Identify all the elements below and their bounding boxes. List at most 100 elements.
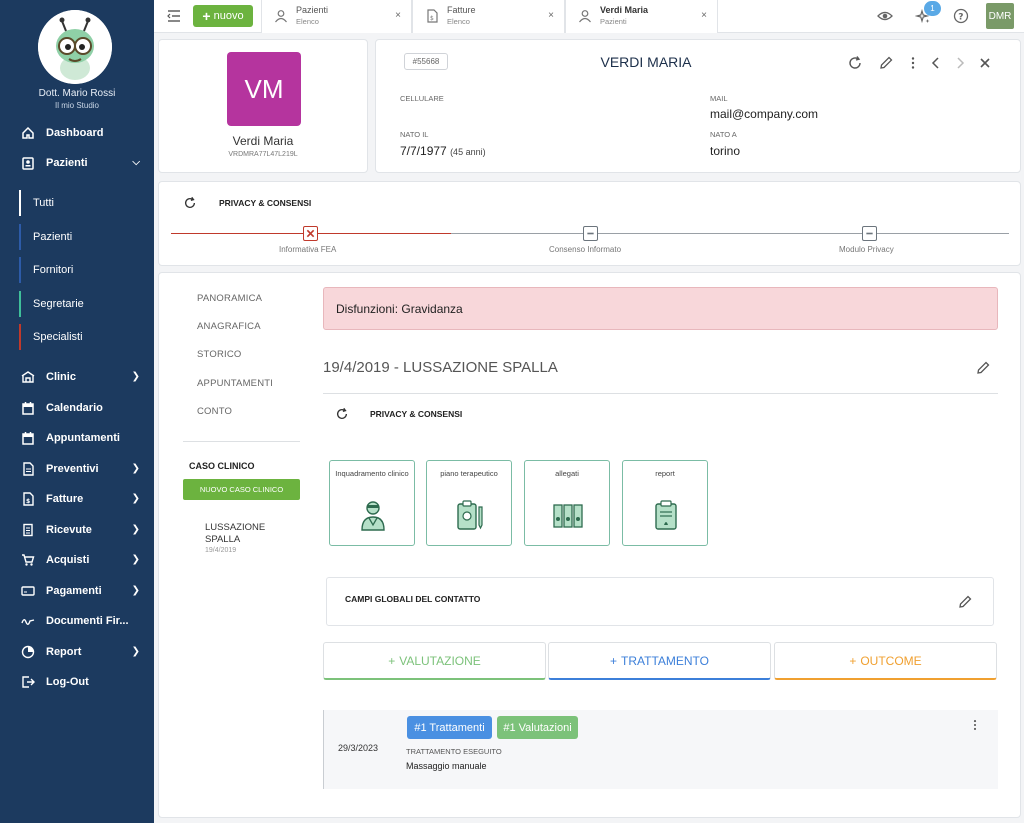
close-icon[interactable]	[977, 55, 993, 71]
edit-icon[interactable]	[878, 55, 894, 71]
sidebar-sub-pazienti[interactable]: Pazienti	[19, 224, 154, 250]
refresh-icon[interactable]	[335, 407, 349, 421]
nav-logout[interactable]: Log-Out	[0, 668, 154, 696]
sidebar-sub-tutti[interactable]: Tutti	[19, 190, 154, 216]
nav-documenti-firmati[interactable]: Documenti Fir...	[0, 607, 154, 635]
close-icon[interactable]: ×	[548, 10, 554, 21]
tab-verdi-maria[interactable]: Verdi Maria Pazienti ×	[565, 0, 718, 33]
more-vertical-icon[interactable]	[968, 718, 982, 732]
menu-storico[interactable]: STORICO	[197, 349, 242, 360]
sidebar-sub-specialisti[interactable]: Specialisti	[19, 324, 154, 350]
menu-appuntamenti[interactable]: APPUNTAMENTI	[197, 378, 273, 389]
user-avatar[interactable]: DMR	[986, 3, 1014, 29]
chevron-right-icon: ❯	[131, 585, 140, 596]
tile-inquadramento[interactable]: Inquadramento clinico	[329, 460, 415, 546]
chevron-left-icon[interactable]	[928, 55, 944, 71]
step-pending-icon[interactable]	[862, 226, 877, 241]
case-list-item[interactable]: LUSSAZIONE SPALLA	[205, 522, 285, 546]
mail-value[interactable]: mail@company.com	[710, 107, 818, 121]
user-icon	[274, 9, 288, 23]
nav-report[interactable]: Report ❯	[0, 638, 154, 666]
tab-fatture[interactable]: $ Fatture Elenco ×	[412, 0, 565, 33]
studio-logo[interactable]	[38, 10, 112, 84]
chevron-right-icon: ❯	[131, 524, 140, 535]
outcome-button[interactable]: + OUTCOME	[774, 642, 997, 680]
nav-pazienti[interactable]: Pazienti ⌵	[0, 149, 154, 177]
new-button[interactable]: + nuovo	[193, 5, 253, 27]
chevron-right-icon[interactable]	[952, 55, 968, 71]
tile-piano-terapeutico[interactable]: piano terapeutico	[426, 460, 512, 546]
refresh-icon[interactable]	[847, 55, 863, 71]
plus-icon: +	[202, 8, 211, 24]
refresh-icon[interactable]	[183, 196, 197, 210]
button-label: OUTCOME	[860, 653, 922, 668]
case-title: 19/4/2019 - LUSSAZIONE SPALLA	[323, 359, 558, 376]
plus-icon: +	[849, 653, 857, 668]
tile-label: piano terapeutico	[440, 469, 498, 478]
patient-avatar[interactable]: VM	[227, 52, 301, 126]
user-name: Dott. Mario Rossi	[38, 88, 116, 99]
nav-acquisti[interactable]: Acquisti ❯	[0, 546, 154, 574]
timeline-entry[interactable]: 29/3/2023 #1 Trattamenti #1 Valutazioni …	[323, 710, 998, 789]
menu-panoramica[interactable]: PANORAMICA	[197, 293, 262, 304]
report-clipboard-icon	[651, 499, 681, 531]
edit-icon[interactable]	[957, 594, 973, 610]
step-rejected-icon[interactable]	[303, 226, 318, 241]
nav-pagamenti[interactable]: Pagamenti ❯	[0, 577, 154, 605]
menu-collapse-icon[interactable]	[166, 8, 182, 24]
valutazione-button[interactable]: + VALUTAZIONE	[323, 642, 546, 680]
tab-subtitle: Elenco	[447, 17, 470, 26]
eye-icon[interactable]	[877, 8, 893, 24]
nav-appuntamenti[interactable]: Appuntamenti	[0, 424, 154, 452]
alert-banner: Disfunzioni: Gravidanza	[323, 287, 998, 330]
nav-fatture[interactable]: $ Fatture ❯	[0, 485, 154, 513]
nav-clinic[interactable]: Clinic ❯	[0, 363, 154, 391]
trattamento-button[interactable]: + TRATTAMENTO	[548, 642, 771, 680]
tile-allegati[interactable]: allegati	[524, 460, 610, 546]
global-fields-label: CAMPI GLOBALI DEL CONTATTO	[345, 594, 481, 604]
close-icon[interactable]: ×	[395, 10, 401, 21]
nav-label: Ricevute	[46, 524, 92, 536]
nav-label: Log-Out	[46, 676, 89, 688]
nato-il-value: 7/7/1977 (45 anni)	[400, 144, 486, 158]
patient-name: Verdi Maria	[232, 134, 294, 148]
chevron-right-icon: ❯	[131, 463, 140, 474]
patient-card: VM Verdi Maria VRDMRA77L47L219L	[158, 39, 368, 173]
sidebar-sub-segretarie[interactable]: Segretarie	[19, 291, 154, 317]
trattamenti-pill[interactable]: #1 Trattamenti	[407, 716, 492, 739]
tile-report[interactable]: report	[622, 460, 708, 546]
chevron-right-icon: ❯	[131, 493, 140, 504]
patient-id-badge: #55668	[404, 53, 448, 70]
tab-title: Verdi Maria	[600, 5, 649, 15]
svg-text:$: $	[430, 15, 434, 22]
menu-anagrafica[interactable]: ANAGRAFICA	[197, 321, 261, 332]
svg-text:?: ?	[958, 13, 963, 23]
nav-label: Calendario	[46, 402, 103, 414]
nav-label: Fatture	[46, 493, 84, 505]
tab-pazienti[interactable]: Pazienti Elenco ×	[261, 0, 412, 33]
menu-conto[interactable]: CONTO	[197, 406, 232, 417]
nav-ricevute[interactable]: Ricevute ❯	[0, 516, 154, 544]
logout-icon	[20, 674, 36, 690]
help-icon[interactable]: ?	[953, 8, 969, 24]
entry-description: Massaggio manuale	[406, 761, 487, 771]
more-vertical-icon[interactable]	[905, 55, 921, 71]
invoice-icon: $	[20, 491, 36, 507]
close-icon[interactable]: ×	[701, 10, 707, 21]
svg-text:$: $	[26, 498, 30, 505]
therapy-plan-icon	[455, 499, 485, 531]
estimate-icon	[20, 461, 36, 477]
nav-label: Dashboard	[46, 127, 104, 139]
new-case-button[interactable]: NUOVO CASO CLINICO	[183, 479, 300, 500]
chevron-right-icon: ❯	[131, 554, 140, 565]
nav-label: Appuntamenti	[46, 432, 120, 444]
nav-dashboard[interactable]: Dashboard	[0, 119, 154, 147]
sidebar-sub-fornitori[interactable]: Fornitori	[19, 257, 154, 283]
nav-preventivi[interactable]: Preventivi ❯	[0, 455, 154, 483]
step-pending-icon[interactable]	[583, 226, 598, 241]
valutazioni-pill[interactable]: #1 Valutazioni	[497, 716, 578, 739]
button-label: TRATTAMENTO	[621, 653, 709, 668]
nav-calendario[interactable]: Calendario	[0, 394, 154, 422]
mail-label: MAIL	[710, 94, 728, 103]
edit-icon[interactable]	[975, 360, 991, 376]
